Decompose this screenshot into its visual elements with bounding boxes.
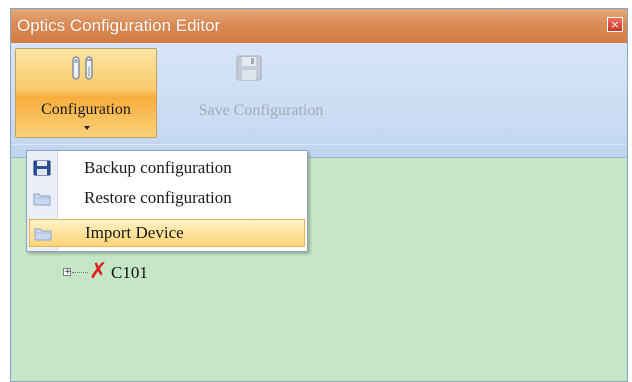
tree-node[interactable]: + ✗ C101	[63, 259, 243, 287]
error-x-icon: ✗	[89, 259, 108, 284]
save-configuration-label: Save Configuration	[198, 102, 324, 119]
configuration-button-label: Configuration	[41, 101, 131, 118]
tree-node-label: C101	[111, 263, 148, 282]
editor-window: + ✗ G20-IXUS120 + ✗ C101 Optics Configur…	[10, 8, 628, 382]
window-title: Optics Configuration Editor	[17, 16, 221, 35]
wrench-screwdriver-icon	[72, 56, 93, 80]
tree-expand-icon[interactable]: +	[63, 268, 72, 277]
configuration-button[interactable]: Configuration	[15, 48, 157, 138]
title-bar: Optics Configuration Editor ×	[11, 9, 627, 43]
menu-item-label: Import Device	[85, 223, 184, 242]
close-button[interactable]: ×	[607, 17, 623, 32]
ribbon-toolbar: Configuration Save Configuration	[11, 43, 627, 158]
folder-icon	[33, 193, 51, 206]
configuration-dropdown-menu: Backup configuration Restore configurati…	[26, 150, 308, 252]
menu-item-label: Backup configuration	[84, 158, 232, 177]
menu-item-label: Restore configuration	[84, 188, 232, 207]
chevron-down-icon	[84, 126, 90, 130]
menu-item-backup-configuration[interactable]: Backup configuration	[29, 155, 305, 183]
menu-item-restore-configuration[interactable]: Restore configuration	[29, 185, 305, 213]
tree-connector	[72, 272, 88, 273]
floppy-disk-icon	[33, 160, 51, 176]
folder-icon	[34, 228, 52, 241]
menu-item-import-device[interactable]: Import Device	[29, 219, 305, 247]
floppy-disk-icon	[236, 55, 262, 81]
save-configuration-button[interactable]: Save Configuration	[173, 48, 349, 138]
